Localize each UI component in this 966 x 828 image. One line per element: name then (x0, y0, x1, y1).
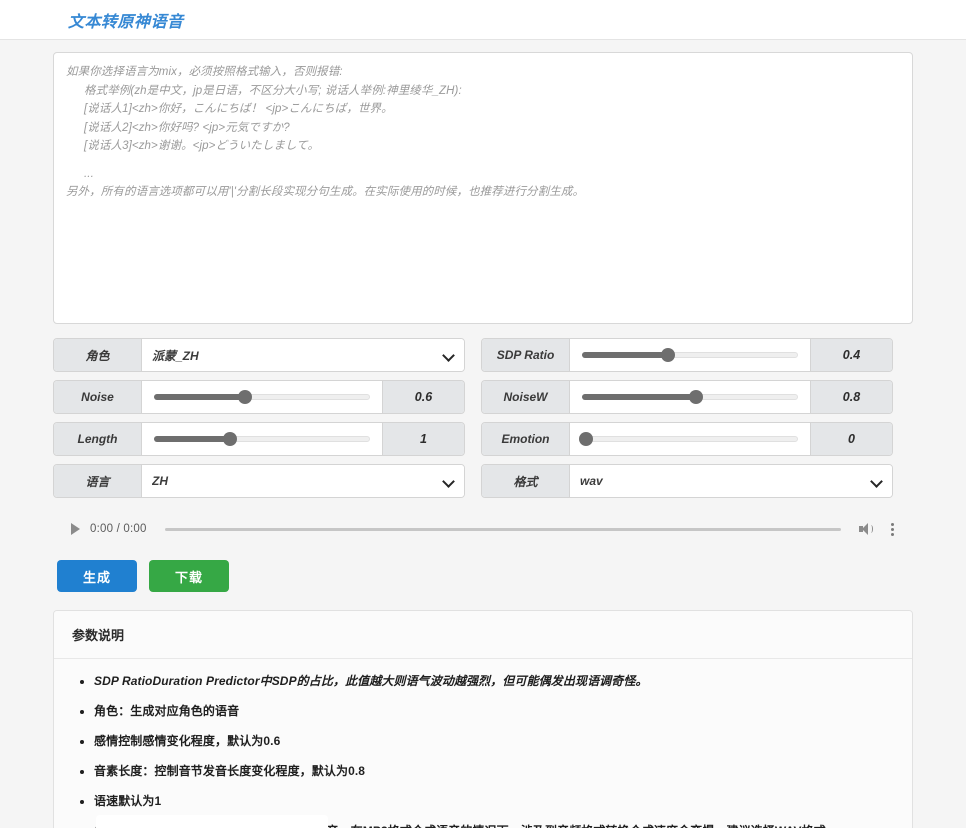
textarea-placeholder-line: 格式举例(zh是中文，jp是日语，不区分大小写; 说话人举例:神里绫华_ZH): (84, 84, 462, 97)
slider-thumb[interactable] (222, 432, 237, 446)
params-list-item: SDP RatioDuration Predictor中SDP的占比，此值越大则… (94, 673, 894, 689)
slider-thumb[interactable] (237, 390, 252, 404)
control-noisew[interactable]: NoiseW 0.8 (481, 380, 893, 414)
control-language[interactable]: 语言 ZH (53, 464, 465, 498)
slider-fill (582, 352, 669, 358)
emotion-slider-area[interactable] (570, 423, 810, 455)
textarea-placeholder-line: 另外，所有的语言选项都可以用'|'分割长段实现分句生成。在实际使用的时候，也推荐… (66, 186, 585, 198)
role-select[interactable]: 派蒙_ZH (142, 339, 464, 371)
format-select-value: wav (580, 474, 603, 488)
play-icon[interactable] (71, 523, 80, 535)
params-list: SDP RatioDuration Predictor中SDP的占比，此值越大则… (72, 673, 894, 828)
sdp-ratio-value: 0.4 (810, 339, 892, 371)
slider-thumb[interactable] (579, 432, 594, 446)
textarea-placeholder-line: ... (84, 167, 94, 180)
length-slider[interactable] (154, 432, 370, 446)
volume-icon[interactable] (859, 522, 875, 536)
generate-button[interactable]: 生成 (57, 560, 138, 592)
params-list-item: 音素长度：控制音节发音长度变化程度，默认为0.8 (94, 763, 894, 779)
control-label: 语言 (54, 465, 142, 497)
bottom-partial-panel (96, 815, 328, 828)
textarea-placeholder: 如果你选择语言为mix，必须按照格式输入，否则报错: 格式举例(zh是中文，jp是… (66, 63, 900, 202)
page-body: 如果你选择语言为mix，必须按照格式输入，否则报错: 格式举例(zh是中文，jp是… (0, 40, 966, 828)
action-buttons: 生成 下载 (53, 560, 913, 592)
params-card-title: 参数说明 (54, 611, 912, 659)
control-format[interactable]: 格式 wav (481, 464, 893, 498)
role-select-value: 派蒙_ZH (152, 348, 199, 363)
slider-fill (582, 394, 697, 400)
length-slider-area[interactable] (142, 423, 382, 455)
download-button[interactable]: 下载 (149, 560, 230, 592)
control-label: NoiseW (482, 381, 570, 413)
emotion-slider[interactable] (579, 432, 798, 446)
audio-player[interactable]: 0:00 / 0:00 (53, 512, 913, 546)
params-list-item: 感情控制感情变化程度，默认为0.6 (94, 733, 894, 749)
textarea-placeholder-line: 如果你选择语言为mix，必须按照格式输入，否则报错: (66, 66, 343, 78)
control-label: Noise (54, 381, 142, 413)
chevron-down-icon (443, 350, 454, 361)
chevron-down-icon (443, 476, 454, 487)
control-noise[interactable]: Noise 0.6 (53, 380, 465, 414)
noisew-slider[interactable] (582, 390, 798, 404)
params-list-item: 语速默认为1 (94, 793, 894, 809)
slider-thumb[interactable] (661, 348, 676, 362)
noisew-slider-area[interactable] (570, 381, 810, 413)
control-label: 格式 (482, 465, 570, 497)
audio-time: 0:00 / 0:00 (90, 523, 147, 535)
controls-grid: 角色 派蒙_ZH SDP Ratio 0.4 Noise 0.6 NoiseW … (53, 338, 913, 498)
control-length[interactable]: Length 1 (53, 422, 465, 456)
language-select[interactable]: ZH (142, 465, 464, 497)
language-select-value: ZH (152, 474, 168, 488)
format-select[interactable]: wav (570, 465, 892, 497)
params-list-item: 角色：生成对应角色的语音 (94, 703, 894, 719)
kebab-menu-icon[interactable] (885, 522, 899, 536)
app-title[interactable]: 文本转原神语音 (68, 8, 184, 32)
sdp-ratio-slider[interactable] (582, 348, 798, 362)
emotion-value: 0 (810, 423, 892, 455)
slider-thumb[interactable] (689, 390, 704, 404)
textarea-placeholder-line: [说话人2]<zh>你好吗? <jp>元気ですか? (84, 121, 290, 134)
top-navbar: 文本转原神语音 (0, 0, 966, 40)
slider-fill (154, 394, 245, 400)
control-label: Emotion (482, 423, 570, 455)
slider-fill (154, 436, 230, 442)
textarea-placeholder-line: [说话人1]<zh>你好，こんにちば！ <jp>こんにちば，世界。 (84, 103, 393, 115)
control-sdp-ratio[interactable]: SDP Ratio 0.4 (481, 338, 893, 372)
chevron-down-icon (871, 476, 882, 487)
control-emotion[interactable]: Emotion 0 (481, 422, 893, 456)
slider-track (582, 436, 798, 442)
noise-value: 0.6 (382, 381, 464, 413)
noisew-value: 0.8 (810, 381, 892, 413)
noise-slider[interactable] (154, 390, 370, 404)
control-label: Length (54, 423, 142, 455)
audio-progress-bar[interactable] (164, 527, 841, 531)
main-container: 如果你选择语言为mix，必须按照格式输入，否则报错: 格式举例(zh是中文，jp是… (53, 40, 913, 828)
params-card: 参数说明 SDP RatioDuration Predictor中SDP的占比，… (53, 610, 913, 828)
textarea-placeholder-line: [说话人3]<zh>谢谢。<jp>どういたしまして。 (84, 140, 320, 152)
control-label: SDP Ratio (482, 339, 570, 371)
text-input-textarea[interactable]: 如果你选择语言为mix，必须按照格式输入，否则报错: 格式举例(zh是中文，jp是… (53, 52, 913, 324)
params-card-body: SDP RatioDuration Predictor中SDP的占比，此值越大则… (54, 659, 912, 828)
sdp-ratio-slider-area[interactable] (570, 339, 810, 371)
length-value: 1 (382, 423, 464, 455)
control-role[interactable]: 角色 派蒙_ZH (53, 338, 465, 372)
control-label: 角色 (54, 339, 142, 371)
noise-slider-area[interactable] (142, 381, 382, 413)
